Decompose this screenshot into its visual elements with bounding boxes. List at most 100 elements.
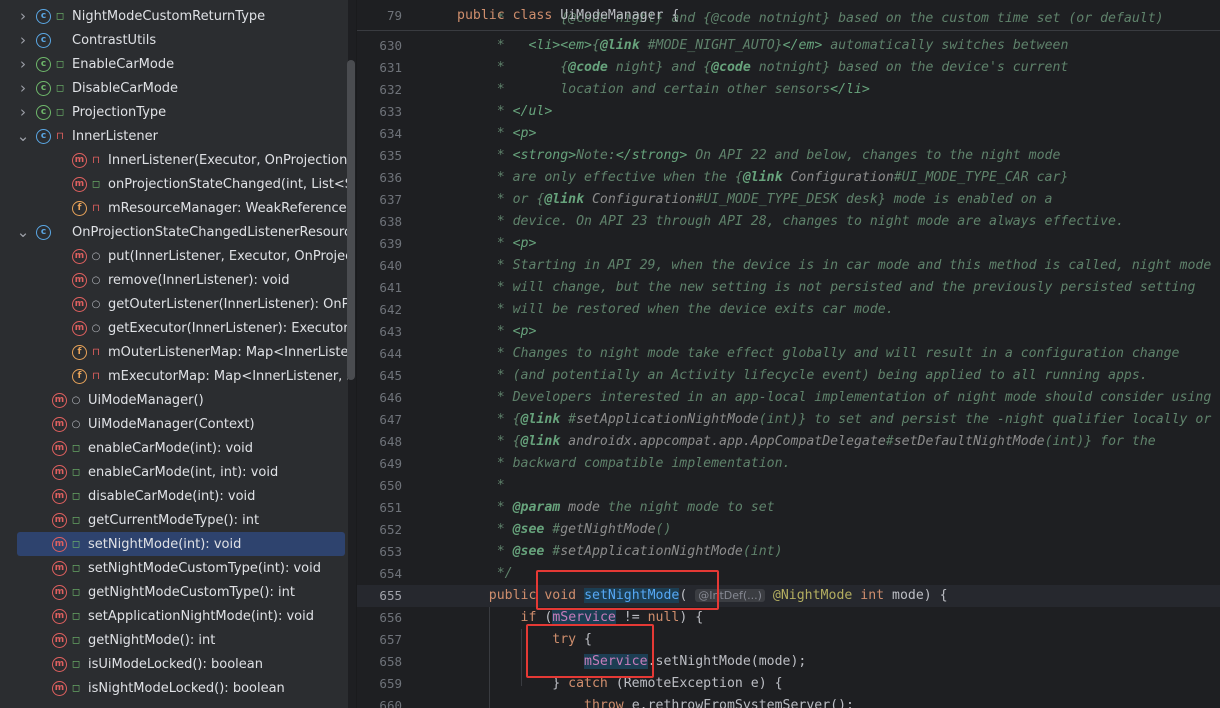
code-line[interactable]: 650 *: [357, 475, 1220, 497]
public-icon: ◻: [71, 610, 81, 622]
code-line[interactable]: 634 * <p>: [357, 123, 1220, 145]
code-line[interactable]: 651 * @param mode the night mode to set: [357, 497, 1220, 519]
code-line[interactable]: 640 * Starting in API 29, when the devic…: [357, 255, 1220, 277]
code-line[interactable]: 646 * Developers interested in an app-lo…: [357, 387, 1220, 409]
structure-item[interactable]: m ◻ getCurrentModeType(): int: [0, 508, 348, 532]
code-line[interactable]: 643 * <p>: [357, 321, 1220, 343]
code-token: </ul>: [512, 104, 553, 119]
code-line[interactable]: 657 try {: [357, 629, 1220, 651]
code-line[interactable]: 652 * @see #getNightMode(): [357, 519, 1220, 541]
collapse-arrow-icon[interactable]: ⌄: [16, 223, 30, 241]
structure-item[interactable]: m ◻ setNightMode(int): void: [17, 532, 345, 556]
structure-item[interactable]: › c ◻ EnableCarMode: [0, 52, 348, 76]
structure-item[interactable]: › c ◻ ProjectionType: [0, 100, 348, 124]
structure-item[interactable]: f ⊓ mResourceManager: WeakReference<OnP: [0, 196, 348, 220]
expand-arrow-icon[interactable]: ›: [16, 79, 30, 97]
code-line[interactable]: 637 * or {@link Configuration#UI_MODE_TY…: [357, 189, 1220, 211]
code-line[interactable]: 644 * Changes to night mode take effect …: [357, 343, 1220, 365]
code-line[interactable]: 647 * {@link #setApplicationNightMode(in…: [357, 409, 1220, 431]
code-line[interactable]: 631 * {@code night} and {@code notnight}…: [357, 57, 1220, 79]
code-token: androidx.appcompat.app.AppCompatDelegate: [560, 434, 886, 449]
package-private-icon: ○: [71, 418, 81, 430]
structure-item[interactable]: m ○ UiModeManager(): [0, 388, 348, 412]
code-token: @code: [568, 60, 608, 75]
code-line[interactable]: 635 * <strong>Note:</strong> On API 22 a…: [357, 145, 1220, 167]
structure-item[interactable]: m ○ getOuterListener(InnerListener): OnPro…: [0, 292, 348, 316]
structure-item-label: setNightMode(int): void: [88, 536, 242, 552]
structure-item[interactable]: m ○ put(InnerListener, Executor, OnProject…: [0, 244, 348, 268]
method-icon: m: [72, 296, 87, 312]
keyword: public: [457, 8, 505, 23]
structure-item[interactable]: m ○ remove(InnerListener): void: [0, 268, 348, 292]
code-line[interactable]: 633 * </ul>: [357, 101, 1220, 123]
structure-item[interactable]: m ◻ enableCarMode(int): void: [0, 436, 348, 460]
public-icon: ◻: [71, 658, 81, 670]
code-token: #: [544, 544, 561, 559]
structure-item[interactable]: f ⊓ mOuterListenerMap: Map<InnerListener, …: [0, 340, 348, 364]
code-token: *: [457, 38, 529, 53]
structure-item[interactable]: m ◻ getNightMode(): int: [0, 628, 348, 652]
structure-item[interactable]: m ◻ getNightModeCustomType(): int: [0, 580, 348, 604]
code-token: @link: [544, 192, 585, 207]
structure-item[interactable]: m ◻ isUiModeLocked(): boolean: [0, 652, 348, 676]
structure-item[interactable]: › c ◻ DisableCarMode: [0, 76, 348, 100]
code-line[interactable]: 656 if (mService != null) {: [357, 607, 1220, 629]
structure-item[interactable]: f ⊓ mExecutorMap: Map<InnerListener, Execu: [0, 364, 348, 388]
structure-item[interactable]: m ◻ setNightModeCustomType(int): void: [0, 556, 348, 580]
code-line[interactable]: 645 * (and potentially an Activity lifec…: [357, 365, 1220, 387]
expand-arrow-icon[interactable]: ›: [16, 7, 30, 25]
expand-arrow-icon[interactable]: ›: [16, 31, 30, 49]
code-token: void: [544, 588, 577, 603]
code-line[interactable]: 660 throw e.rethrowFromSystemServer();: [357, 695, 1220, 708]
structure-item-label: onProjectionStateChanged(int, List<Strin…: [108, 176, 348, 192]
code-line[interactable]: 636 * are only effective when the {@link…: [357, 167, 1220, 189]
structure-item[interactable]: › c ◻ NightModeCustomReturnType: [0, 4, 348, 28]
code-line[interactable]: 659 } catch (RemoteException e) {: [357, 673, 1220, 695]
structure-item[interactable]: m ◻ onProjectionStateChanged(int, List<Str…: [0, 172, 348, 196]
code-token: night} and {: [607, 60, 712, 75]
code-token: if: [520, 610, 537, 625]
collapse-arrow-icon[interactable]: ⌄: [16, 127, 30, 145]
code-text: * Starting in API 29, when the device is…: [457, 255, 1212, 277]
code-line[interactable]: 642 * will be restored when the device e…: [357, 299, 1220, 321]
code-editor[interactable]: * {@code night} and {@code notnight} bas…: [357, 0, 1220, 708]
structure-item[interactable]: ⌄ c OnProjectionStateChangedListenerResour…: [0, 220, 348, 244]
structure-item-label: isUiModeLocked(): boolean: [88, 656, 263, 672]
public-icon: ◻: [71, 490, 81, 502]
code-token: * device. On API 23 through API 28, chan…: [457, 214, 1124, 229]
code-line[interactable]: 639 * <p>: [357, 233, 1220, 255]
expand-arrow-icon[interactable]: ›: [16, 55, 30, 73]
code-line[interactable]: 632 * location and certain other sensors…: [357, 79, 1220, 101]
code-token: @param: [512, 500, 561, 515]
structure-scrollbar[interactable]: [347, 60, 355, 380]
code-text: * @see #getNightMode(): [457, 519, 672, 541]
code-token: setApplicationNightMode: [576, 412, 759, 427]
method-icon: m: [52, 440, 67, 456]
code-line[interactable]: 630 * <li><em>{@link #MODE_NIGHT_AUTO}</…: [357, 35, 1220, 57]
structure-item[interactable]: m ◻ disableCarMode(int): void: [0, 484, 348, 508]
expand-arrow-icon[interactable]: ›: [16, 103, 30, 121]
structure-panel[interactable]: › c ◻ NightModeCustomReturnType › c ContrastUt…: [0, 0, 348, 708]
structure-item[interactable]: m ◻ isNightModeLocked(): boolean: [0, 676, 348, 700]
indent-guide: [521, 629, 522, 686]
structure-item[interactable]: › c ContrastUtils: [0, 28, 348, 52]
code-line[interactable]: 649 * backward compatible implementation…: [357, 453, 1220, 475]
inlay-hint[interactable]: @IntDef(...): [695, 589, 765, 602]
code-line[interactable]: 648 * {@link androidx.appcompat.app.AppC…: [357, 431, 1220, 453]
code-line[interactable]: 655 public void setNightMode( @IntDef(..…: [357, 585, 1220, 607]
code-line[interactable]: 638 * device. On API 23 through API 28, …: [357, 211, 1220, 233]
code-line[interactable]: 641 * will change, but the new setting i…: [357, 277, 1220, 299]
sticky-class-header[interactable]: * {@code night} and {@code notnight} bas…: [357, 0, 1220, 31]
structure-item[interactable]: ⌄ c ⊓ InnerListener: [0, 124, 348, 148]
structure-item[interactable]: m ◻ enableCarMode(int, int): void: [0, 460, 348, 484]
structure-item[interactable]: m ○ getExecutor(InnerListener): Executor: [0, 316, 348, 340]
structure-item[interactable]: m ○ UiModeManager(Context): [0, 412, 348, 436]
structure-item[interactable]: m ⊓ InnerListener(Executor, OnProjectionSt…: [0, 148, 348, 172]
code-line[interactable]: 653 * @see #setApplicationNightMode(int): [357, 541, 1220, 563]
structure-item-label: enableCarMode(int, int): void: [88, 464, 279, 480]
structure-item[interactable]: m ◻ setApplicationNightMode(int): void: [0, 604, 348, 628]
code-line[interactable]: 658 mService.setNightMode(mode);: [357, 651, 1220, 673]
code-text: * backward compatible implementation.: [457, 453, 791, 475]
code-line[interactable]: 654 */: [357, 563, 1220, 585]
line-number: 632: [379, 82, 402, 97]
